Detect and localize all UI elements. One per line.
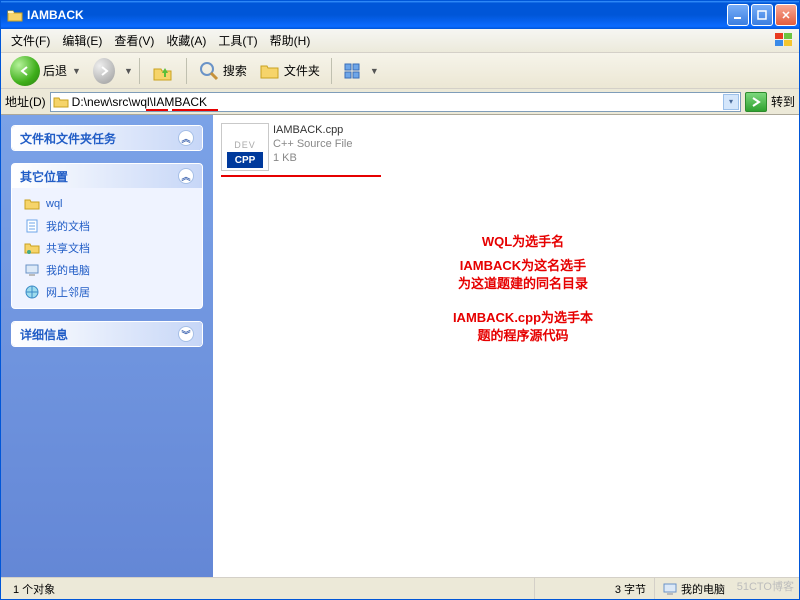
computer-icon bbox=[24, 262, 40, 278]
back-button[interactable]: 后退 ▼ bbox=[5, 53, 86, 89]
back-label: 后退 bbox=[43, 62, 67, 79]
go-label: 转到 bbox=[771, 93, 795, 110]
close-button[interactable]: ✕ bbox=[775, 4, 797, 26]
explorer-window: IAMBACK ✕ 文件(F) 编辑(E) 查看(V) 收藏(A) 工具(T) … bbox=[0, 0, 800, 600]
other-places-panel: 其它位置 ︽ wql 我的文档 共享文档 我的电脑 网上邻居 bbox=[11, 163, 203, 309]
menu-favorites[interactable]: 收藏(A) bbox=[160, 32, 212, 49]
sidebar-item-network[interactable]: 网上邻居 bbox=[24, 284, 190, 300]
menu-view[interactable]: 查看(V) bbox=[108, 32, 160, 49]
content-area[interactable]: DEV CPP IAMBACK.cpp C++ Source File 1 KB… bbox=[213, 115, 799, 577]
annotation-text-1: WQL为选手名 bbox=[413, 233, 633, 251]
computer-icon bbox=[663, 582, 677, 596]
cpp-badge: CPP bbox=[227, 152, 263, 168]
body: 文件和文件夹任务 ︽ 其它位置 ︽ wql 我的文档 共享文档 我的电脑 网上邻… bbox=[1, 115, 799, 577]
separator bbox=[139, 58, 140, 84]
status-bar: 1 个对象 3 字节 我的电脑 bbox=[1, 577, 799, 599]
address-dropdown-icon[interactable]: ▾ bbox=[723, 94, 739, 110]
toolbar: 后退 ▼ ▼ 搜索 文件夹 ▼ bbox=[1, 53, 799, 89]
shared-icon bbox=[24, 240, 40, 256]
folders-icon bbox=[259, 61, 281, 81]
address-bar: 地址(D) D:\new\src\wql\IAMBACK ▾ 转到 bbox=[1, 89, 799, 115]
link-label: 我的电脑 bbox=[46, 262, 90, 278]
menu-tools[interactable]: 工具(T) bbox=[212, 32, 263, 49]
watermark: 51CTO博客 bbox=[737, 578, 794, 594]
dev-label: DEV bbox=[234, 140, 256, 150]
link-label: 共享文档 bbox=[46, 240, 90, 256]
search-icon bbox=[198, 60, 220, 82]
chevron-up-icon[interactable]: ︽ bbox=[178, 130, 194, 146]
annotation-text-2: IAMBACK为这名选手 为这道题建的同名目录 bbox=[403, 257, 643, 293]
file-type: C++ Source File bbox=[273, 137, 352, 151]
annotation-underline bbox=[221, 175, 381, 177]
other-body: wql 我的文档 共享文档 我的电脑 网上邻居 bbox=[12, 188, 202, 308]
sidebar: 文件和文件夹任务 ︽ 其它位置 ︽ wql 我的文档 共享文档 我的电脑 网上邻… bbox=[1, 115, 213, 577]
link-label: 我的文档 bbox=[46, 218, 90, 234]
forward-dropdown-icon[interactable]: ▼ bbox=[124, 66, 133, 76]
other-header[interactable]: 其它位置 ︽ bbox=[12, 164, 202, 188]
other-title: 其它位置 bbox=[20, 168, 68, 185]
search-label: 搜索 bbox=[223, 62, 247, 79]
dropdown-icon: ▼ bbox=[72, 66, 81, 76]
windows-flag-icon bbox=[773, 31, 795, 49]
views-button[interactable]: ▼ bbox=[338, 58, 384, 84]
sidebar-item-mycomputer[interactable]: 我的电脑 bbox=[24, 262, 190, 278]
menu-help[interactable]: 帮助(H) bbox=[264, 32, 317, 49]
sidebar-item-mydocs[interactable]: 我的文档 bbox=[24, 218, 190, 234]
tasks-header[interactable]: 文件和文件夹任务 ︽ bbox=[12, 126, 202, 150]
file-item[interactable]: DEV CPP IAMBACK.cpp C++ Source File 1 KB bbox=[221, 123, 352, 171]
up-icon bbox=[151, 59, 175, 83]
folders-label: 文件夹 bbox=[284, 62, 320, 79]
annotation-text-3: IAMBACK.cpp为选手本 题的程序源代码 bbox=[403, 309, 643, 345]
folder-icon bbox=[24, 196, 40, 212]
title-bar[interactable]: IAMBACK ✕ bbox=[1, 1, 799, 29]
dropdown-icon: ▼ bbox=[370, 66, 379, 76]
chevron-down-icon[interactable]: ︾ bbox=[178, 326, 194, 342]
tasks-title: 文件和文件夹任务 bbox=[20, 130, 116, 147]
network-icon bbox=[24, 284, 40, 300]
go-button[interactable] bbox=[745, 92, 767, 112]
maximize-button[interactable] bbox=[751, 4, 773, 26]
link-label: wql bbox=[46, 198, 63, 210]
separator bbox=[186, 58, 187, 84]
up-button[interactable] bbox=[146, 56, 180, 86]
forward-icon bbox=[93, 58, 115, 84]
back-icon bbox=[10, 56, 40, 86]
menu-edit[interactable]: 编辑(E) bbox=[56, 32, 108, 49]
search-button[interactable]: 搜索 bbox=[193, 57, 252, 85]
details-title: 详细信息 bbox=[20, 326, 68, 343]
forward-button[interactable] bbox=[88, 55, 120, 87]
cpp-file-icon: DEV CPP bbox=[221, 123, 269, 171]
file-size: 1 KB bbox=[273, 151, 352, 165]
file-meta: IAMBACK.cpp C++ Source File 1 KB bbox=[273, 123, 352, 165]
window-title: IAMBACK bbox=[27, 8, 725, 22]
minimize-button[interactable] bbox=[727, 4, 749, 26]
menu-bar: 文件(F) 编辑(E) 查看(V) 收藏(A) 工具(T) 帮助(H) bbox=[1, 29, 799, 53]
link-label: 网上邻居 bbox=[46, 284, 90, 300]
separator bbox=[331, 58, 332, 84]
details-header[interactable]: 详细信息 ︾ bbox=[12, 322, 202, 346]
folder-icon bbox=[53, 95, 69, 109]
folders-button[interactable]: 文件夹 bbox=[254, 58, 325, 84]
file-name: IAMBACK.cpp bbox=[273, 123, 352, 137]
status-size: 3 字节 bbox=[535, 578, 655, 599]
documents-icon bbox=[24, 218, 40, 234]
status-objects: 1 个对象 bbox=[5, 578, 535, 599]
folder-icon bbox=[7, 8, 23, 22]
menu-file[interactable]: 文件(F) bbox=[5, 32, 56, 49]
address-path: D:\new\src\wql\IAMBACK bbox=[72, 95, 207, 109]
views-icon bbox=[343, 61, 365, 81]
sidebar-item-wql[interactable]: wql bbox=[24, 196, 190, 212]
address-label: 地址(D) bbox=[5, 93, 46, 110]
tasks-panel: 文件和文件夹任务 ︽ bbox=[11, 125, 203, 151]
details-panel: 详细信息 ︾ bbox=[11, 321, 203, 347]
address-input[interactable]: D:\new\src\wql\IAMBACK ▾ bbox=[50, 92, 741, 112]
chevron-up-icon[interactable]: ︽ bbox=[178, 168, 194, 184]
sidebar-item-shared[interactable]: 共享文档 bbox=[24, 240, 190, 256]
